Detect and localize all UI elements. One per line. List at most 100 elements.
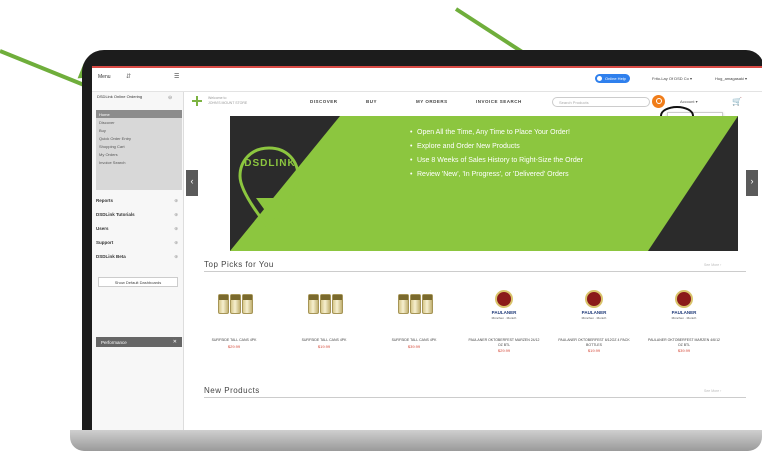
paulaner-brand: PAULANER <box>581 310 607 315</box>
close-icon[interactable]: ✕ <box>173 339 177 345</box>
brand-strip <box>92 66 762 68</box>
product-name[interactable]: PAULANER OKTOBERFEST MARZEN 24/12 OZ BTL <box>468 338 540 347</box>
sidebar-item-discover[interactable]: Discover <box>96 118 182 126</box>
online-help-button[interactable]: Online Help <box>595 74 630 83</box>
sidebar-item-users[interactable]: Users ⊕ <box>96 226 182 231</box>
banner-dark-corner <box>648 116 738 251</box>
product-price: $39.99 <box>677 348 691 353</box>
user-menu[interactable]: Hug_amagasaki ▾ <box>715 76 747 81</box>
banner-bullet: Use 8 Weeks of Sales History to Right-Si… <box>410 156 610 165</box>
sidebar-item-label: Users <box>96 226 109 231</box>
beer-cans-image <box>218 294 256 314</box>
product-card[interactable]: SURFSIDE TALL CANS 4PK $29.99 <box>198 290 270 349</box>
plus-icon: ⊕ <box>174 212 178 217</box>
store-title: JOHN'S MOUNT STORE <box>208 101 248 105</box>
sidebar-org-header[interactable]: DSDLink Online Ordering <box>97 94 179 99</box>
show-dashboards-button[interactable]: Show Default Dashboards <box>98 277 178 287</box>
new-products-see-more[interactable]: See More › <box>704 389 721 393</box>
banner-bullet: Explore and Order New Products <box>410 142 610 151</box>
banner-prev-button[interactable]: ‹ <box>186 170 198 196</box>
promo-banner[interactable]: DSDLINK Open All the Time, Any Time to P… <box>230 116 738 251</box>
banner-bullets: Open All the Time, Any Time to Place You… <box>410 128 610 184</box>
nav-buy[interactable]: BUY <box>366 99 377 104</box>
product-card[interactable]: SURFSIDE TALL CANS 4PK $39.99 <box>378 290 450 349</box>
sidebar-item-buy[interactable]: Buy <box>96 126 182 134</box>
screenshot-stage: Menu ⇵ ☰ Online Help Frito-Lay Of DSD Co… <box>0 0 762 451</box>
product-price: $29.99 <box>497 348 511 353</box>
product-image[interactable]: PAULANER München · Munich <box>468 290 540 326</box>
banner-next-button[interactable]: › <box>746 170 758 196</box>
top-bar: Menu ⇵ ☰ Online Help Frito-Lay Of DSD Co… <box>92 66 762 92</box>
product-image[interactable] <box>198 290 270 326</box>
section-divider <box>204 397 746 398</box>
account-menu[interactable]: Account ▾ <box>680 99 698 104</box>
sidebar-item-label: Reports <box>96 198 114 203</box>
beer-cans-image <box>398 294 436 314</box>
nav-invoice-search[interactable]: INVOICE SEARCH <box>476 99 522 104</box>
product-card[interactable]: PAULANER München · Munich PAULANER OKTOB… <box>648 290 720 353</box>
pin-icon[interactable]: ⇵ <box>126 73 131 80</box>
product-image[interactable]: PAULANER München · Munich <box>648 290 720 326</box>
plus-icon: ⊕ <box>174 254 178 259</box>
product-image[interactable]: PAULANER München · Munich <box>558 290 630 326</box>
sidebar-item-my-orders[interactable]: My Orders <box>96 150 182 158</box>
sidebar-item-home[interactable]: Home <box>96 110 182 118</box>
sidebar-item-reports[interactable]: Reports ⊕ <box>96 198 182 203</box>
product-card[interactable]: SURFSIDE TALL CANS 4PK $19.99 <box>288 290 360 349</box>
product-card[interactable]: PAULANER München · Munich PAULANER OKTOB… <box>558 290 630 353</box>
menu-label[interactable]: Menu <box>98 74 111 80</box>
app-screen: Menu ⇵ ☰ Online Help Frito-Lay Of DSD Co… <box>92 66 762 430</box>
performance-panel-header[interactable]: Performance ✕ <box>96 337 182 347</box>
product-name[interactable]: SURFSIDE TALL CANS 4PK <box>198 338 270 343</box>
banner-bullet: Open All the Time, Any Time to Place You… <box>410 128 610 137</box>
hamburger-icon[interactable]: ☰ <box>174 73 179 80</box>
collapse-icon[interactable]: ⊖ <box>168 95 172 101</box>
section-divider <box>204 271 746 272</box>
sidebar-item-tutorials[interactable]: DSDLink Tutorials ⊕ <box>96 212 182 217</box>
new-products-title: New Products <box>204 386 260 395</box>
sidebar-item-quick-order[interactable]: Quick Order Entry <box>96 134 182 142</box>
search-icon[interactable] <box>652 95 665 108</box>
product-name[interactable]: SURFSIDE TALL CANS 4PK <box>378 338 450 343</box>
nav-my-orders[interactable]: MY ORDERS <box>416 99 448 104</box>
dsdlink-banner-logo: DSDLINK <box>236 144 302 234</box>
product-price: $29.99 <box>227 343 241 349</box>
sidebar-item-beta[interactable]: DSDLink Beta ⊕ <box>96 254 182 259</box>
product-price: $19.99 <box>587 348 601 353</box>
product-card[interactable]: PAULANER München · Munich PAULANER OKTOB… <box>468 290 540 353</box>
paulaner-logo-icon <box>585 290 603 308</box>
product-price: $39.99 <box>407 343 421 349</box>
product-name[interactable]: PAULANER OKTOBERFEST 6/12OZ 4 PACK BOTTL… <box>558 338 630 347</box>
sidebar-item-shopping-cart[interactable]: Shopping Cart <box>96 142 182 150</box>
sidebar: DSDLink Online Ordering ⊖ Home Discover … <box>92 92 184 430</box>
sidebar-submenu: Home Discover Buy Quick Order Entry Shop… <box>96 110 182 190</box>
paulaner-logo-icon <box>495 290 513 308</box>
sidebar-item-label: Support <box>96 240 114 245</box>
top-picks-see-more[interactable]: See More › <box>704 263 721 267</box>
beer-cans-image <box>308 294 346 314</box>
cart-icon[interactable]: 🛒 <box>732 97 742 106</box>
paulaner-subtitle: München · Munich <box>671 316 697 320</box>
nav-discover[interactable]: DISCOVER <box>310 99 338 104</box>
sidebar-item-invoice-search[interactable]: Invoice Search <box>96 158 182 166</box>
paulaner-brand: PAULANER <box>671 310 697 315</box>
sidebar-item-support[interactable]: Support ⊕ <box>96 240 182 245</box>
product-name[interactable]: SURFSIDE TALL CANS 4PK <box>288 338 360 343</box>
top-picks-title: Top Picks for You <box>204 260 274 269</box>
paulaner-brand: PAULANER <box>491 310 517 315</box>
product-image[interactable] <box>378 290 450 326</box>
store-name: Welcome to JOHN'S MOUNT STORE <box>208 96 274 106</box>
banner-logo-text: DSDLINK <box>244 158 296 169</box>
product-price: $19.99 <box>317 343 331 349</box>
product-image[interactable] <box>288 290 360 326</box>
sidebar-item-label: DSDLink Tutorials <box>96 212 135 217</box>
paulaner-subtitle: München · Munich <box>581 316 607 320</box>
product-name[interactable]: PAULANER OKTOBERFEST MARZEN 4/6/12 OZ BT… <box>648 338 720 347</box>
paulaner-logo-icon <box>675 290 693 308</box>
search-input[interactable]: Search Products <box>552 97 650 107</box>
dsdlink-logo-icon[interactable] <box>192 96 202 106</box>
plus-icon: ⊕ <box>174 198 178 203</box>
org-selector[interactable]: Frito-Lay Of DSD Co ▾ <box>652 76 692 81</box>
help-icon <box>597 76 602 81</box>
plus-icon: ⊕ <box>174 240 178 245</box>
